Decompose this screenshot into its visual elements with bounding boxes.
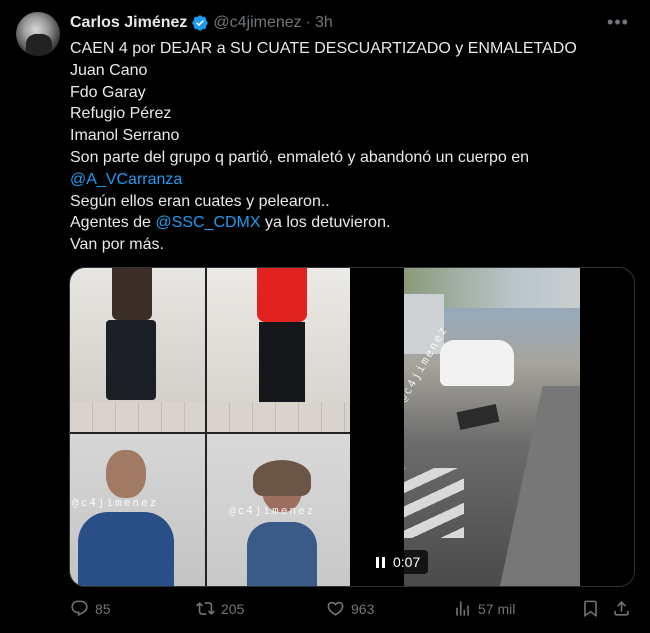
author-name[interactable]: Carlos Jiménez xyxy=(70,14,187,32)
more-icon[interactable]: ••• xyxy=(606,12,630,36)
views-count: 57 mil xyxy=(478,600,516,617)
photo-detainee-1 xyxy=(70,268,205,432)
video-car xyxy=(440,340,514,386)
share-button[interactable] xyxy=(612,599,631,618)
avatar[interactable] xyxy=(16,12,60,56)
share-icon xyxy=(614,601,629,616)
video-sidewalk xyxy=(500,386,580,586)
repost-count: 205 xyxy=(221,600,245,617)
repost-icon xyxy=(196,602,215,615)
author-handle[interactable]: @c4jimenez xyxy=(213,14,301,32)
views-icon xyxy=(456,601,469,616)
tweet-line: Agentes de @SSC_CDMX ya los detuvieron. xyxy=(70,212,630,234)
separator-dot: · xyxy=(305,14,311,31)
tweet-line: Son parte del grupo q partió, enmaletó y… xyxy=(70,148,529,166)
media-container[interactable]: @c4jimenez @c4jimenez @c4jimenez 0:07 xyxy=(69,267,635,587)
photo-watermark: @c4jimenez xyxy=(229,504,316,517)
video-time: 0:07 xyxy=(393,554,421,570)
like-button[interactable]: 963 xyxy=(326,599,374,618)
tweet-line: Van por más. xyxy=(70,236,164,254)
video-crosswalk xyxy=(404,468,464,538)
photo-watermark: @c4jimenez xyxy=(72,496,159,509)
like-count: 963 xyxy=(351,600,375,617)
reply-icon xyxy=(71,600,88,617)
video-timer[interactable]: 0:07 xyxy=(368,550,429,574)
post-time[interactable]: 3h xyxy=(315,14,333,32)
verified-badge-icon xyxy=(192,15,209,31)
pause-icon[interactable] xyxy=(376,556,385,568)
repost-button[interactable]: 205 xyxy=(196,599,244,618)
photo-detainee-2 xyxy=(207,268,350,432)
tweet-line: Imanol Serrano xyxy=(70,127,180,145)
tweet-line: Refugio Pérez xyxy=(70,105,172,123)
bookmark-icon xyxy=(584,600,597,618)
photo-detainee-3: @c4jimenez xyxy=(70,434,205,586)
text-fragment: Agentes de xyxy=(70,214,156,232)
action-bar: 85 205 963 57 mil xyxy=(70,599,635,621)
tweet-line: CAEN 4 por DEJAR a SU CUATE DESCUARTIZAD… xyxy=(70,40,577,57)
mention-link[interactable]: @SSC_CDMX xyxy=(155,214,260,231)
reply-count: 85 xyxy=(95,600,111,617)
bookmark-button[interactable] xyxy=(581,599,600,618)
photo-detainee-4: @c4jimenez xyxy=(207,434,350,586)
tweet-line: Fdo Garay xyxy=(70,83,146,101)
text-fragment: ya los detuvieron. xyxy=(260,214,391,232)
reply-button[interactable]: 85 xyxy=(70,599,111,618)
like-icon xyxy=(327,601,344,616)
tweet-line: Según ellos eran cuates y pelearon.. xyxy=(70,192,330,210)
tweet-line: Juan Cano xyxy=(70,61,148,79)
photo-collage[interactable]: @c4jimenez @c4jimenez xyxy=(70,268,350,586)
mention-link[interactable]: @A_VCarranza xyxy=(70,171,182,188)
tweet-header: Carlos Jiménez @c4jimenez · 3h xyxy=(70,14,333,32)
tweet-text: CAEN 4 por DEJAR a SU CUATE DESCUARTIZAD… xyxy=(70,38,630,256)
views-button[interactable]: 57 mil xyxy=(453,599,515,618)
video-player[interactable]: @c4jimenez xyxy=(404,268,580,586)
